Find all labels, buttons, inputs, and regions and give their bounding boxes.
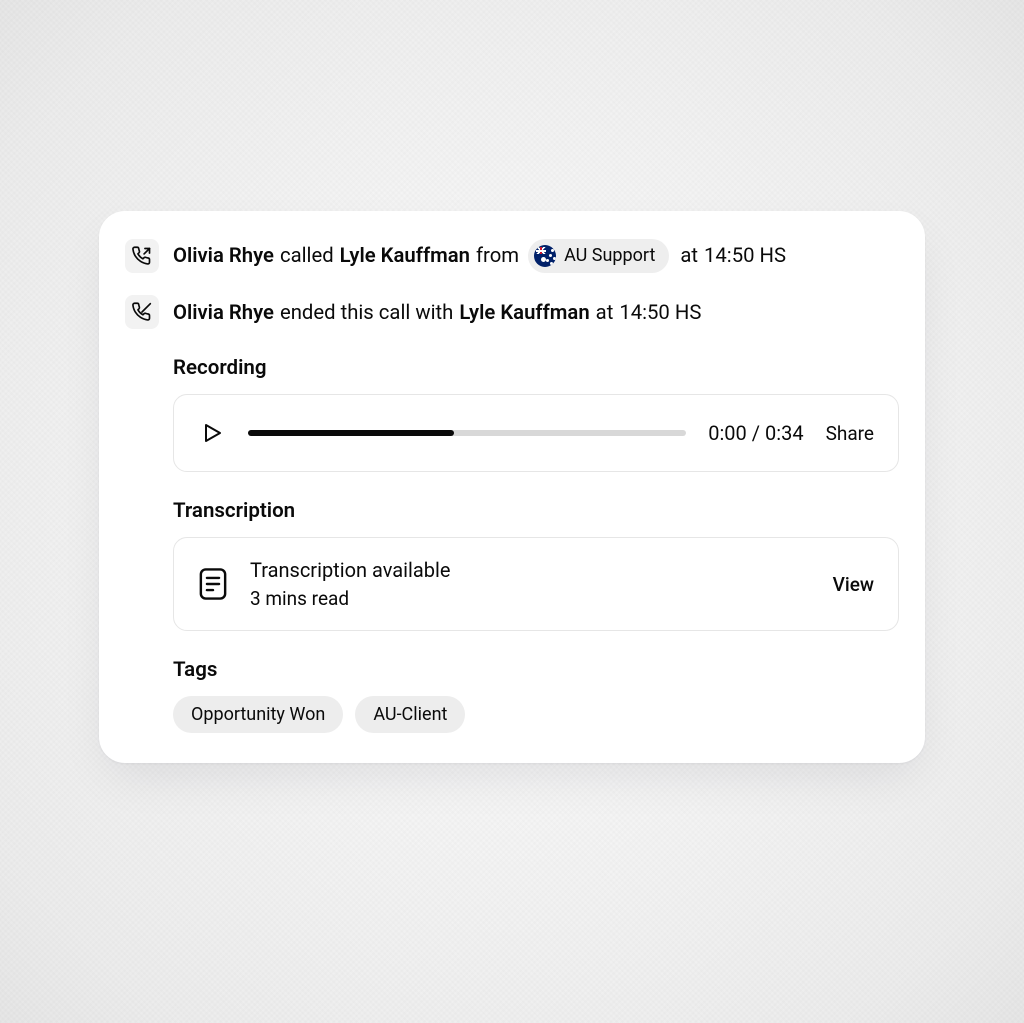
call-ended-icon: [125, 295, 159, 329]
call-time: 14:50 HS: [704, 242, 786, 269]
seek-fill: [248, 430, 454, 436]
call-started-row: Olivia Rhye called Lyle Kauffman from AU…: [125, 239, 899, 273]
at-word: at: [680, 242, 698, 269]
call-ended-text: Olivia Rhye ended this call with Lyle Ka…: [173, 299, 701, 326]
outgoing-call-icon: [125, 239, 159, 273]
from-word: from: [476, 242, 519, 269]
end-actor: Olivia Rhye: [173, 299, 274, 326]
time-sep: /: [752, 421, 760, 445]
source-label: AU Support: [564, 244, 655, 268]
call-started-text: Olivia Rhye called Lyle Kauffman from AU…: [173, 239, 786, 273]
transcription-text: Transcription available 3 mins read: [250, 558, 811, 610]
call-verb: called: [280, 242, 334, 269]
time-display: 0:00 / 0:34: [708, 421, 803, 445]
transcription-section: Transcription Transcription available 3 …: [173, 499, 899, 631]
transcription-title: Transcription available: [250, 558, 811, 582]
document-icon: [198, 567, 228, 601]
tags-heading: Tags: [173, 658, 899, 682]
call-ended-row: Olivia Rhye ended this call with Lyle Ka…: [125, 295, 899, 329]
time-current: 0:00: [708, 421, 747, 445]
end-at-word: at: [596, 299, 614, 326]
callee-name: Lyle Kauffman: [340, 242, 470, 269]
transcription-heading: Transcription: [173, 499, 899, 523]
recording-heading: Recording: [173, 356, 899, 380]
transcription-panel: Transcription available 3 mins read View: [173, 537, 899, 631]
end-with: Lyle Kauffman: [459, 299, 589, 326]
share-button[interactable]: Share: [826, 422, 874, 445]
time-total: 0:34: [765, 421, 804, 445]
caller-name: Olivia Rhye: [173, 242, 274, 269]
audio-player: 0:00 / 0:34 Share: [173, 394, 899, 472]
play-icon: [200, 421, 224, 445]
seek-bar[interactable]: [248, 430, 686, 436]
tags-list: Opportunity Won AU-Client: [173, 696, 899, 733]
au-flag-icon: [534, 245, 556, 267]
tags-section: Tags Opportunity Won AU-Client: [173, 658, 899, 733]
play-button[interactable]: [198, 419, 226, 447]
transcription-subtitle: 3 mins read: [250, 587, 811, 610]
view-button[interactable]: View: [833, 573, 874, 596]
source-pill[interactable]: AU Support: [528, 239, 669, 273]
tag-au-client[interactable]: AU-Client: [355, 696, 465, 733]
end-phrase: ended this call with: [280, 299, 453, 326]
end-time: 14:50 HS: [619, 299, 701, 326]
recording-section: Recording 0:00 / 0:34 Share: [173, 356, 899, 472]
tag-opportunity-won[interactable]: Opportunity Won: [173, 696, 343, 733]
call-activity-card: Olivia Rhye called Lyle Kauffman from AU…: [99, 211, 925, 763]
